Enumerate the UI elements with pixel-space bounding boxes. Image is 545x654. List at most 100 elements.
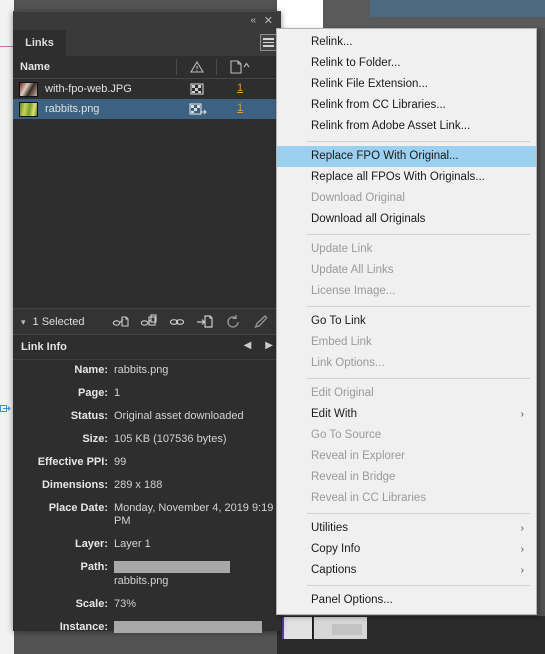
menu-item-reveal-in-cc-libraries: Reveal in CC Libraries	[277, 488, 536, 509]
menu-item-reveal-in-explorer: Reveal in Explorer	[277, 446, 536, 467]
links-panel-flyout-menu: Relink... Relink to Folder... Relink File …	[276, 28, 537, 615]
info-value: 99	[114, 456, 127, 468]
menu-item-edit-with[interactable]: Edit With ›	[277, 404, 536, 425]
menu-item-label: Edit With	[311, 408, 358, 420]
menu-item-license-image: License Image...	[277, 281, 536, 302]
column-divider-2	[216, 59, 217, 75]
links-selection-toolbar: ▾ 1 Selected	[13, 308, 281, 335]
menu-item-reveal-in-bridge: Reveal in Bridge	[277, 467, 536, 488]
info-label: Effective PPI:	[37, 456, 108, 468]
menu-item-label: Download Original	[311, 192, 405, 204]
menu-item-label: Panel Options...	[311, 594, 393, 606]
info-label: Layer:	[74, 538, 108, 550]
links-column-header: Name	[13, 56, 281, 79]
menu-item-label: Embed Link	[311, 336, 372, 348]
menu-item-relink-from-adobe-asset-link[interactable]: Relink from Adobe Asset Link...	[277, 116, 536, 137]
info-label: Page:	[78, 387, 108, 399]
column-divider-1	[176, 59, 177, 75]
menu-item-label: Relink from CC Libraries...	[311, 99, 446, 111]
menu-item-utilities[interactable]: Utilities ›	[277, 518, 536, 539]
info-row: Scale: 73%	[13, 598, 281, 611]
link-name-label: rabbits.png	[45, 103, 100, 115]
info-value: rabbits.png	[114, 575, 169, 587]
info-value: 73%	[114, 598, 137, 610]
column-header-name: Name	[20, 61, 50, 73]
menu-item-label: Utilities	[311, 522, 349, 534]
go-to-link-icon[interactable]	[168, 313, 186, 331]
menu-item-go-to-source: Go To Source	[277, 425, 536, 446]
menu-separator	[307, 513, 530, 514]
chevron-down-icon[interactable]: ▾	[21, 317, 26, 328]
guide-line	[0, 46, 14, 47]
edit-original-icon[interactable]	[252, 313, 270, 331]
table-row[interactable]: rabbits.png 1	[13, 99, 281, 119]
menu-item-relink-to-folder[interactable]: Relink to Folder...	[277, 53, 536, 74]
menu-item-label: Copy Info	[311, 543, 361, 555]
link-name-label: with-fpo-web.JPG	[45, 83, 132, 95]
menu-item-label: License Image...	[311, 285, 396, 297]
collapse-double-arrow-icon[interactable]: «	[250, 15, 255, 27]
document-page-left[interactable]	[284, 617, 312, 639]
link-page-number[interactable]: 1	[237, 102, 243, 114]
chevron-right-icon: ›	[520, 409, 524, 420]
document-canvas-preview	[277, 0, 324, 28]
panel-tab-row: Links	[13, 30, 281, 56]
refresh-icon[interactable]	[224, 313, 242, 331]
placed-image-placeholder	[332, 624, 362, 635]
menu-item-replace-fpo-with-original[interactable]: Replace FPO With Original...	[277, 146, 536, 167]
info-label: Place Date:	[48, 502, 108, 514]
info-value: 105 KB (107536 bytes)	[114, 433, 227, 445]
info-label: Scale:	[75, 598, 108, 610]
menu-item-update-all-links: Update All Links	[277, 260, 536, 281]
menu-separator	[307, 141, 530, 142]
menu-item-label: Captions	[311, 564, 357, 576]
links-panel: « ✕ Links Name with-fpo-web.JPG 1 rabbit…	[13, 11, 281, 633]
tab-links[interactable]: Links	[13, 30, 66, 56]
update-link-icon[interactable]	[196, 313, 214, 331]
links-list-empty-area[interactable]	[13, 153, 281, 308]
menu-item-edit-original: Edit Original	[277, 383, 536, 404]
link-page-number[interactable]: 1	[237, 82, 243, 94]
menu-item-label: Replace FPO With Original...	[311, 150, 459, 162]
relink-icon[interactable]	[112, 313, 130, 331]
info-label: Size:	[82, 433, 108, 445]
menu-item-copy-info[interactable]: Copy Info ›	[277, 539, 536, 560]
menu-item-download-original: Download Original	[277, 188, 536, 209]
previous-arrow-icon[interactable]: ◀	[244, 340, 252, 351]
info-row: Place Date: Monday, November 4, 2019 9:1…	[13, 502, 281, 528]
menu-item-relink[interactable]: Relink...	[277, 32, 536, 53]
info-row: Dimensions: 289 x 188	[13, 479, 281, 492]
info-label: Status:	[70, 410, 108, 422]
menu-item-replace-all-fpos-with-originals[interactable]: Replace all FPOs With Originals...	[277, 167, 536, 188]
next-arrow-icon[interactable]: ▶	[265, 340, 273, 351]
page-sort-icon[interactable]	[229, 60, 250, 74]
menu-item-relink-from-cc-libraries[interactable]: Relink from CC Libraries...	[277, 95, 536, 116]
fpo-image-icon[interactable]	[189, 82, 205, 96]
menu-item-label: Relink from Adobe Asset Link...	[311, 120, 471, 132]
menu-item-relink-file-extension[interactable]: Relink File Extension...	[277, 74, 536, 95]
close-icon[interactable]: ✕	[264, 15, 273, 27]
selection-count-label: 1 Selected	[32, 316, 85, 328]
menu-item-panel-options[interactable]: Panel Options...	[277, 590, 536, 611]
info-row: Size: 105 KB (107536 bytes)	[13, 433, 281, 446]
menu-item-label: Replace all FPOs With Originals...	[311, 171, 485, 183]
warning-triangle-icon[interactable]	[189, 60, 205, 74]
fpo-downloaded-icon[interactable]	[189, 102, 207, 116]
menu-item-label: Go To Link	[311, 315, 366, 327]
info-value-redacted: rabbits.png	[114, 561, 281, 588]
menu-separator	[307, 585, 530, 586]
info-label: Dimensions:	[41, 479, 108, 491]
tab-links-label: Links	[25, 37, 54, 49]
menu-item-go-to-link[interactable]: Go To Link	[277, 311, 536, 332]
info-row: Layer: Layer 1	[13, 538, 281, 551]
info-row: Effective PPI: 99	[13, 456, 281, 469]
table-row[interactable]: with-fpo-web.JPG 1	[13, 79, 281, 99]
relink-all-icon[interactable]	[140, 313, 158, 331]
layers-panel-row[interactable]: > Layer 1	[370, 0, 545, 17]
menu-separator	[307, 378, 530, 379]
menu-item-download-all-originals[interactable]: Download all Originals	[277, 209, 536, 230]
menu-item-embed-link: Embed Link	[277, 332, 536, 353]
menu-separator	[307, 306, 530, 307]
panel-hamburger-menu-icon[interactable]	[260, 34, 277, 51]
menu-item-captions[interactable]: Captions ›	[277, 560, 536, 581]
